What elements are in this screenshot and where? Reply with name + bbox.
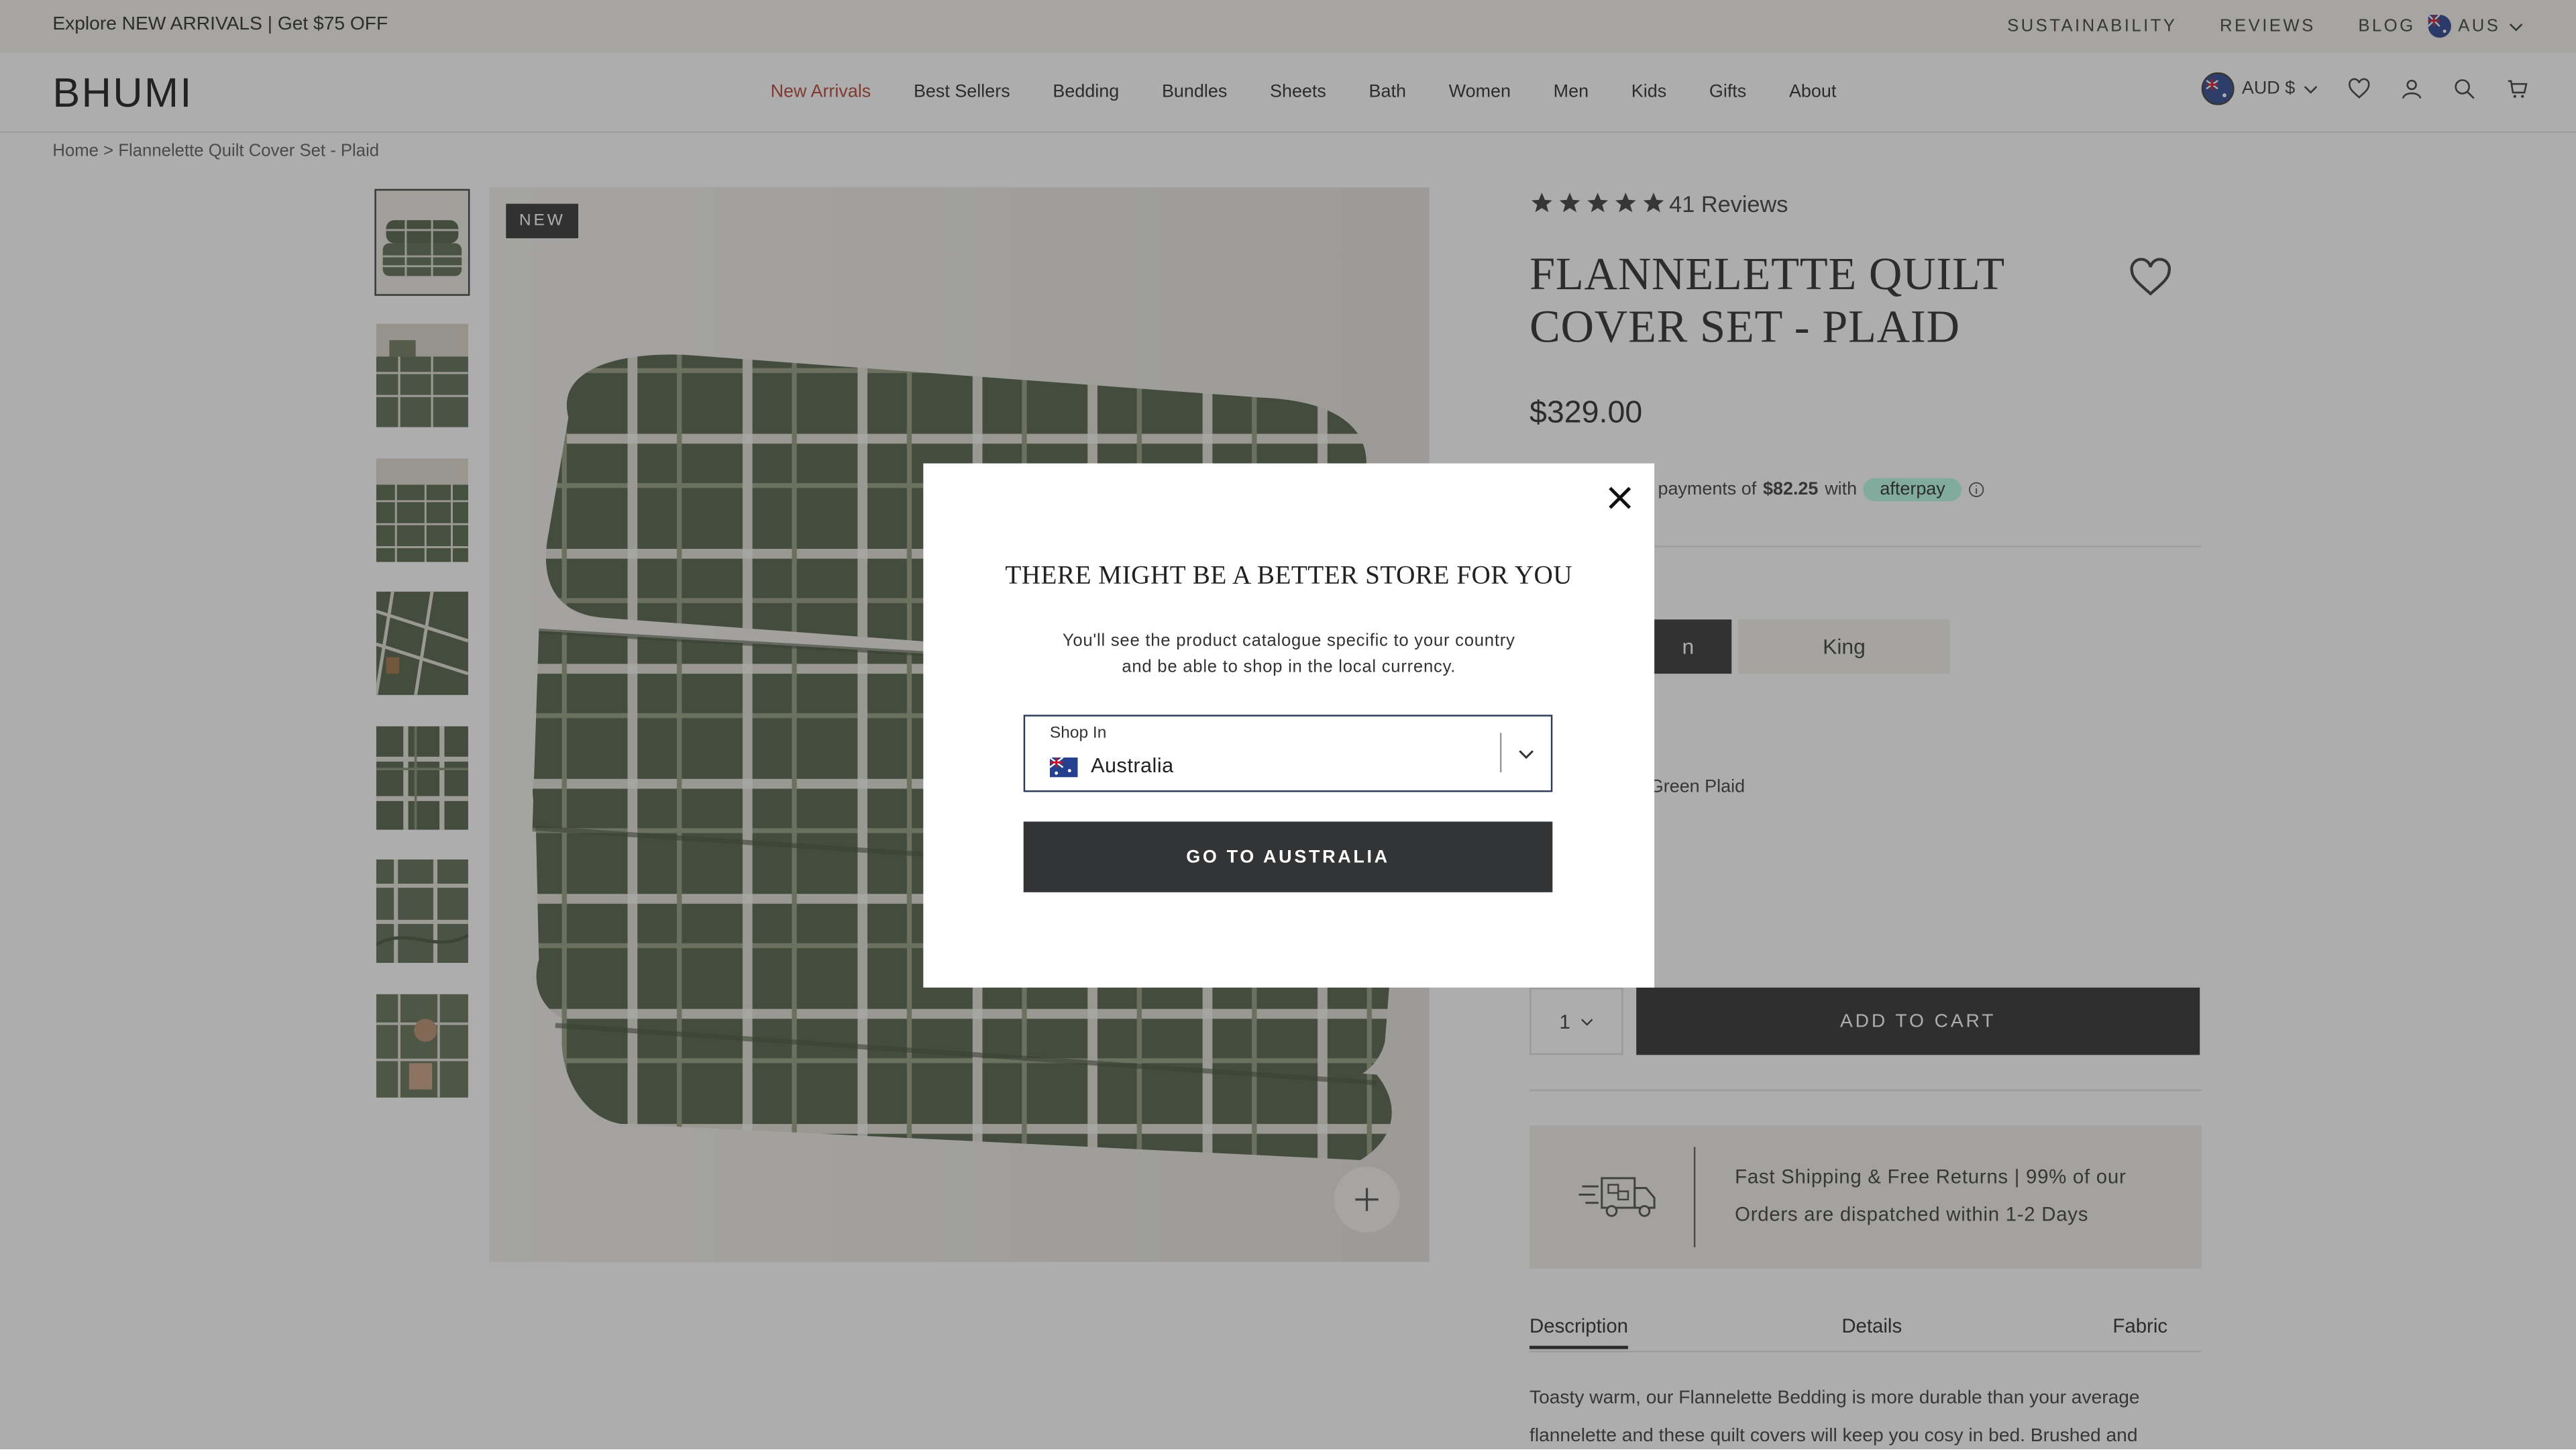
- page: Explore NEW ARRIVALS | Get $75 OFF SUSTA…: [0, 0, 2576, 1450]
- country-select[interactable]: Shop In Australia: [1023, 715, 1553, 792]
- store-redirect-modal: THERE MIGHT BE A BETTER STORE FOR YOU Yo…: [923, 463, 1655, 988]
- modal-body: You'll see the product catalogue specifi…: [1062, 631, 1515, 677]
- modal-title: THERE MIGHT BE A BETTER STORE FOR YOU: [1005, 562, 1573, 590]
- go-to-store-button[interactable]: GO TO AUSTRALIA: [1023, 821, 1553, 892]
- chevron-down-icon: [1519, 750, 1534, 760]
- select-value: Australia: [1091, 754, 1174, 778]
- australia-flag-icon: [1049, 757, 1078, 778]
- select-label: Shop In: [1049, 725, 1107, 743]
- select-divider: [1499, 733, 1502, 773]
- close-icon[interactable]: [1609, 486, 1631, 509]
